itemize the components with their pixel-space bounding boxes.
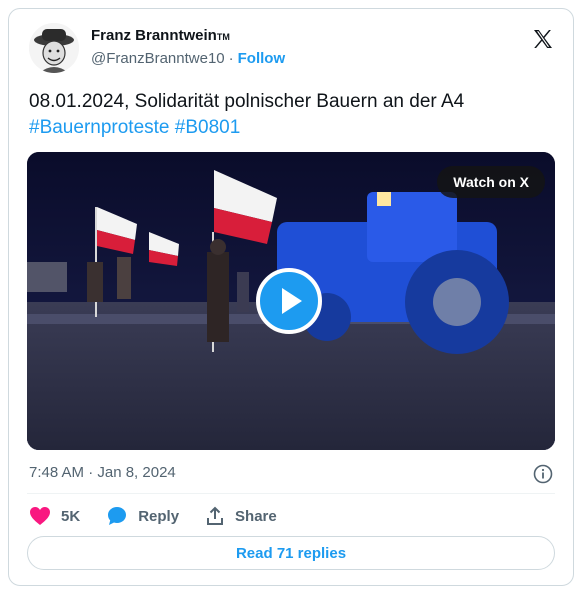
follow-button[interactable]: Follow xyxy=(238,50,286,67)
tweet-timestamp[interactable]: 7:48 AM · Jan 8, 2024 xyxy=(29,464,176,481)
read-replies-button[interactable]: Read 71 replies xyxy=(27,536,555,570)
action-bar: 5K Reply Share xyxy=(29,505,277,527)
trademark-symbol: TM xyxy=(216,32,230,42)
reply-bubble-icon xyxy=(108,507,127,525)
author-name-row: Franz Branntwein TM xyxy=(91,27,230,44)
info-icon[interactable] xyxy=(533,464,553,484)
tweet-body: 08.01.2024, Solidarität polnischer Bauer… xyxy=(29,89,559,141)
author-handle-row: @FranzBranntwe10 · Follow xyxy=(91,50,285,67)
share-button[interactable]: Share xyxy=(205,506,277,526)
reply-button[interactable]: Reply xyxy=(106,505,179,527)
handle-separator: · xyxy=(228,50,234,67)
watch-on-x-button[interactable]: Watch on X xyxy=(437,166,545,198)
share-label: Share xyxy=(235,507,277,525)
play-button[interactable] xyxy=(256,268,322,334)
x-logo-icon[interactable] xyxy=(531,27,555,51)
heart-icon xyxy=(30,507,50,525)
video-thumbnail[interactable]: Watch on X xyxy=(27,152,555,450)
like-button[interactable]: 5K xyxy=(29,506,80,526)
tweet-text: 08.01.2024, Solidarität polnischer Bauer… xyxy=(29,91,465,112)
author-display-name[interactable]: Franz Branntwein xyxy=(91,27,217,44)
reply-label: Reply xyxy=(138,507,180,525)
tweet-card: Franz Branntwein TM @FranzBranntwe10 · Fo… xyxy=(8,8,574,586)
avatar-illustration xyxy=(29,23,79,73)
divider xyxy=(27,493,555,494)
like-count: 5K xyxy=(61,507,81,525)
share-icon xyxy=(207,506,224,525)
tweet-hashtags[interactable]: #Bauernproteste #B0801 xyxy=(29,115,559,141)
play-icon xyxy=(282,288,302,314)
author-handle[interactable]: @FranzBranntwe10 xyxy=(91,50,225,67)
avatar[interactable] xyxy=(29,23,79,73)
